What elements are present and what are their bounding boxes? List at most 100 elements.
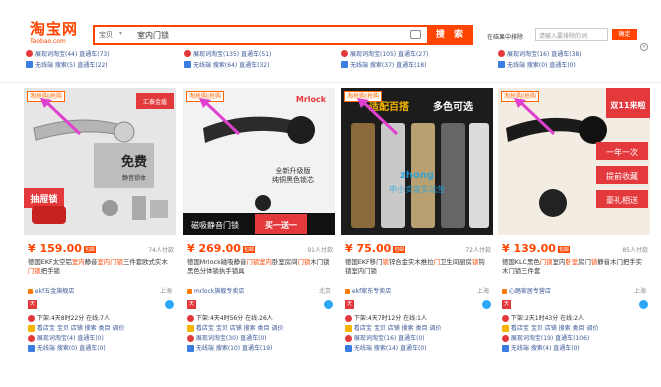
badge-row: 天 (345, 300, 491, 310)
image-text-bogo: 买一送一 (265, 220, 297, 230)
arrow-annotation (514, 98, 556, 136)
taobao-logo-sub: Taobao.com (30, 38, 66, 45)
badge-row: 天 (28, 300, 174, 310)
shop-icon (345, 289, 350, 294)
prev-row-4-line1[interactable]: 展现词淘宝(16) 直通车(38) (507, 49, 582, 58)
ext-delist: 下架:4天8时22分 在线:7人 (28, 314, 176, 324)
arrow-annotation (357, 98, 399, 136)
prev-row-2: 展现词淘宝(135) 直通车(51) 无线端 搜索(64) 直通车(32) (184, 48, 336, 78)
product-image[interactable]: 适配百搭 多色可选 zhong 中小卖家实战营 淘抢购|抢购 (341, 88, 493, 235)
image-text-collect: 提前收藏 (606, 171, 638, 181)
free-shipping-badge: 包邮 (242, 245, 255, 253)
clock-icon (187, 315, 194, 322)
prev-row-1-line2[interactable]: 无线端 搜索(5) 直通车(22) (35, 60, 108, 69)
paid-count: 74人付款 (148, 247, 174, 254)
free-shipping-badge: 包邮 (83, 245, 96, 253)
ext-mobile[interactable]: 无线端 搜索(0) 直通车(0) (28, 344, 176, 354)
location: 上海 (633, 288, 646, 295)
search-input[interactable]: 室内门锁 (137, 30, 169, 41)
taobao-logo[interactable]: 淘宝网 (30, 22, 78, 37)
shop-link[interactable]: mrlock旗舰专卖店 (187, 286, 244, 295)
image-text-double11: 双11来啦 (610, 100, 645, 110)
badge-row: 天 (187, 300, 333, 310)
product-title[interactable]: 德国Mrlock磁吸静音门锁室内卧室房间门锁木门锁黑色分体锁执手锁具 (187, 258, 333, 286)
mobile-icon (187, 345, 194, 352)
product-title[interactable]: 德国EKF移门锁锌合金实木推拉门卫生间厨房锁钩锁室内门锁 (345, 258, 491, 286)
ext-tools[interactable]: 看店宝 宝贝 店铺 搜索 类目 调价 (28, 324, 176, 334)
prev-row-3-line1[interactable]: 展现词淘宝(105) 直通车(27) (350, 49, 428, 58)
image-text-free: 免费 (121, 154, 147, 170)
location: 北京 (318, 288, 331, 295)
divider (0, 82, 661, 83)
ext-display[interactable]: 展现词淘宝(19) 直通车(106) (502, 334, 650, 344)
product-card[interactable]: 汇泰金盾 免费 静音锁体 抽屉锁 淘抢购|抢购 ¥ 159.00 包邮 74人付款… (24, 88, 176, 387)
ext-delist: 下架:2天1时43分 在线:2人 (502, 314, 650, 324)
product-card[interactable]: 双11来啦 一年一次 提前收藏 豪礼相送 淘抢购|抢购 ¥ 139.00 包邮 8… (498, 88, 650, 387)
refine-input[interactable]: 请输入要排除的词 (535, 28, 608, 41)
tmall-badge-icon: 天 (345, 300, 354, 309)
tmall-badge-icon: 天 (28, 300, 37, 309)
tmall-icon (498, 50, 505, 57)
clock-icon (345, 315, 352, 322)
tmall-icon (187, 335, 194, 342)
search-box[interactable]: 宝贝 ▾ 室内门锁 (93, 25, 429, 45)
search-type-select[interactable]: 宝贝 (99, 30, 113, 40)
shop-icon (28, 289, 33, 294)
prev-row-3: 展现词淘宝(105) 直通车(27) 无线端 搜索(37) 直通车(18) (341, 48, 493, 78)
watermark-line2: 纯铜黑色锁芯 (272, 175, 314, 184)
product-card[interactable]: Mrlock 磁吸静音门锁 买一送一 全新升级版 纯铜黑色锁芯 淘抢购|抢购 ¥… (183, 88, 335, 387)
chevron-down-icon: ▾ (119, 30, 123, 37)
prev-row-2-line2[interactable]: 无线端 搜索(64) 直通车(32) (193, 60, 269, 69)
product-image[interactable]: Mrlock 磁吸静音门锁 买一送一 全新升级版 纯铜黑色锁芯 淘抢购|抢购 (183, 88, 335, 235)
prev-row-4-line2[interactable]: 无线端 搜索(0) 直通车(0) (507, 60, 576, 69)
tool-icon (28, 325, 35, 332)
mobile-icon (502, 345, 509, 352)
paid-count: 85人付款 (622, 247, 648, 254)
wangwang-icon[interactable] (482, 300, 491, 309)
arrow-annotation (40, 98, 82, 136)
ext-delist: 下架:4天4时56分 在线:26人 (187, 314, 335, 324)
tmall-icon (26, 50, 33, 57)
ext-mobile[interactable]: 无线端 搜索(14) 直通车(0) (345, 344, 493, 354)
product-price: ¥ 269.00 包邮 (187, 242, 255, 255)
shop-link[interactable]: ekf家东专卖店 (345, 286, 391, 295)
image-text-gifts: 豪礼相送 (606, 195, 638, 205)
ext-mobile[interactable]: 无线端 搜索(10) 直通车(19) (187, 344, 335, 354)
product-title[interactable]: 德国KLC黑色门锁室内卧室房门锁静音木门把手实木门锁三件套 (502, 258, 648, 286)
tmall-badge-icon: 天 (187, 300, 196, 309)
ext-display[interactable]: 展现词淘宝(30) 直通车(0) (187, 334, 335, 344)
prev-row-1-line1[interactable]: 展现词淘宝(44) 直通车(73) (35, 49, 110, 58)
mobile-icon (184, 61, 191, 68)
tool-icon (502, 325, 509, 332)
shop-link[interactable]: ekf五金旗舰店 (28, 286, 74, 295)
wangwang-icon[interactable] (165, 300, 174, 309)
product-image[interactable]: 汇泰金盾 免费 静音锁体 抽屉锁 淘抢购|抢购 (24, 88, 176, 235)
watermark-line4: 中小卖家实战营 (389, 184, 445, 194)
ext-display[interactable]: 展现词淘宝(16) 直通车(0) (345, 334, 493, 344)
prev-row-3-line2[interactable]: 无线端 搜索(37) 直通车(18) (350, 60, 426, 69)
tool-icon (187, 325, 194, 332)
camera-icon[interactable] (410, 30, 421, 39)
brand-label: Mrlock (296, 95, 327, 104)
product-card[interactable]: 适配百搭 多色可选 zhong 中小卖家实战营 淘抢购|抢购 ¥ 75.00 包邮… (341, 88, 493, 387)
refine-confirm-button[interactable]: 确定 (612, 29, 637, 40)
mobile-icon (341, 61, 348, 68)
shop-link[interactable]: 心踏家居专营店 (502, 286, 551, 295)
tool-icon (345, 325, 352, 332)
ext-tools[interactable]: 看店宝 宝贝 店铺 搜索 类目 调价 (502, 324, 650, 334)
wangwang-icon[interactable] (639, 300, 648, 309)
image-text-colors: 多色可选 (433, 100, 473, 113)
ext-tools[interactable]: 看店宝 宝贝 店铺 搜索 类目 调价 (345, 324, 493, 334)
ext-mobile[interactable]: 无线端 搜索(4) 直通车(0) (502, 344, 650, 354)
wangwang-icon[interactable] (324, 300, 333, 309)
ext-display[interactable]: 展现词淘宝(4) 直通车(0) (28, 334, 176, 344)
product-price: ¥ 159.00 包邮 (28, 242, 96, 255)
prev-row-2-line1[interactable]: 展现词淘宝(135) 直通车(51) (193, 49, 271, 58)
ext-tools[interactable]: 看店宝 宝贝 店铺 搜索 类目 调价 (187, 324, 335, 334)
product-image[interactable]: 双11来啦 一年一次 提前收藏 豪礼相送 淘抢购|抢购 (498, 88, 650, 235)
watermark-line1: 全新升级版 (276, 166, 311, 175)
tmall-icon (184, 50, 191, 57)
tmall-icon (502, 335, 509, 342)
product-title[interactable]: 德国EKF太空铝室内静音室内门锁三件套欧式实木门锁把手锁 (28, 258, 174, 286)
search-button[interactable]: 搜 索 (429, 25, 473, 45)
